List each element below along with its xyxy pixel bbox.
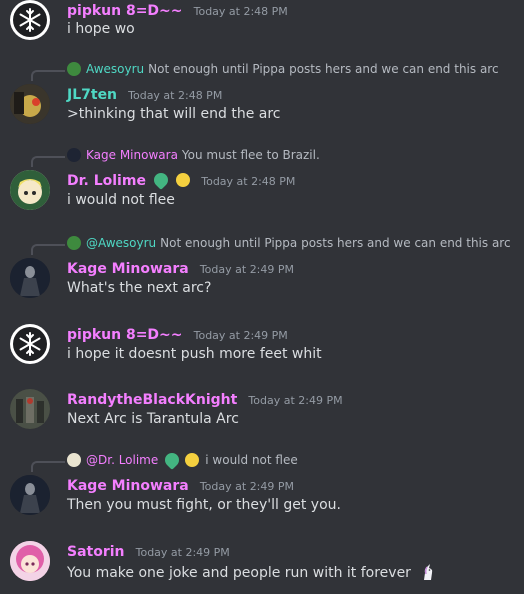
reply-text: Not enough until Pippa posts hers and we… — [160, 236, 511, 250]
reply-avatar — [67, 148, 81, 162]
timestamp: Today at 2:48 PM — [193, 5, 288, 18]
message-text: i hope wo — [67, 21, 135, 37]
avatar-image-icon — [10, 84, 50, 124]
reply-author: Awesoyru — [86, 62, 145, 76]
author-name[interactable]: pipkun 8=D~~ — [67, 3, 183, 19]
snowflake-icon — [13, 327, 47, 361]
author-name[interactable]: Kage Minowara — [67, 261, 189, 277]
timestamp: Today at 2:49 PM — [193, 329, 288, 342]
message-text: Next Arc is Tarantula Arc — [67, 411, 239, 427]
reply-author: @Dr. Lolime — [86, 453, 159, 467]
reply-spine — [31, 70, 65, 81]
message: pipkun 8=D~~ Today at 2:49 PM i hope it … — [0, 324, 524, 368]
message: Satorin Today at 2:49 PM You make one jo… — [0, 541, 524, 585]
reply-text: Not enough until Pippa posts hers and we… — [148, 62, 499, 76]
message-text: Then you must fight, or they'll get you. — [67, 497, 341, 513]
avatar-randy[interactable] — [10, 389, 50, 429]
message: Kage Minowara You must flee to Brazil. D… — [0, 148, 524, 218]
author-name[interactable]: RandytheBlackKnight — [67, 392, 237, 408]
reply-avatar — [67, 453, 81, 467]
message: @Dr. Lolime i would not flee Kage Minowa… — [0, 450, 524, 523]
avatar-image-icon — [10, 475, 50, 515]
author-name[interactable]: Kage Minowara — [67, 478, 189, 494]
timestamp: Today at 2:49 PM — [135, 546, 230, 559]
lemon-icon — [176, 173, 191, 187]
author-name[interactable]: Satorin — [67, 544, 125, 560]
reply-avatar — [67, 62, 81, 76]
message: @Awesoyru Not enough until Pippa posts h… — [0, 236, 524, 306]
reply-avatar — [67, 236, 81, 250]
reply-text: i would not flee — [205, 453, 298, 467]
avatar-dr-lolime[interactable] — [10, 170, 50, 210]
avatar-image-icon — [10, 541, 50, 581]
reply-reference[interactable]: Awesoyru Not enough until Pippa posts he… — [67, 62, 499, 76]
green-heart-icon — [162, 450, 183, 470]
reply-spine — [31, 244, 65, 255]
timestamp: Today at 2:48 PM — [128, 89, 223, 102]
reply-author: Kage Minowara — [86, 148, 178, 162]
avatar-jl7ten[interactable] — [10, 84, 50, 124]
reply-text: You must flee to Brazil. — [181, 148, 320, 162]
author-name[interactable]: JL7ten — [67, 87, 117, 103]
timestamp: Today at 2:49 PM — [199, 263, 295, 276]
lemon-icon — [185, 453, 200, 467]
avatar-image-icon — [10, 170, 50, 210]
message: Awesoyru Not enough until Pippa posts he… — [0, 62, 524, 132]
reply-author: @Awesoyru — [86, 236, 157, 250]
unicorn-icon — [424, 564, 433, 580]
author-name[interactable]: Dr. Lolime — [67, 173, 146, 189]
author-name[interactable]: pipkun 8=D~~ — [67, 327, 183, 343]
timestamp: Today at 2:49 PM — [248, 394, 343, 407]
message-text: What's the next arc? — [67, 280, 212, 296]
avatar-image-icon — [10, 258, 50, 298]
reply-reference[interactable]: @Dr. Lolime i would not flee — [67, 450, 298, 470]
message: pipkun 8=D~~ Today at 2:48 PM i hope wo — [0, 0, 524, 40]
avatar-snowflake[interactable] — [10, 0, 50, 40]
timestamp: Today at 2:49 PM — [199, 480, 295, 493]
reply-reference[interactable]: @Awesoyru Not enough until Pippa posts h… — [67, 236, 511, 250]
avatar-kage-minowara[interactable] — [10, 475, 50, 515]
message-text: i hope it doesnt push more feet whit — [67, 346, 322, 362]
snowflake-icon — [13, 3, 47, 37]
message: RandytheBlackKnight Today at 2:49 PM Nex… — [0, 389, 524, 433]
timestamp: Today at 2:48 PM — [201, 175, 296, 188]
avatar-satorin[interactable] — [10, 541, 50, 581]
reply-reference[interactable]: Kage Minowara You must flee to Brazil. — [67, 148, 320, 162]
reply-spine — [31, 461, 65, 472]
green-heart-icon — [151, 170, 171, 190]
message-text: i would not flee — [67, 192, 175, 208]
avatar-kage-minowara[interactable] — [10, 258, 50, 298]
avatar-image-icon — [10, 389, 50, 429]
message-text: You make one joke and people run with it… — [67, 565, 411, 581]
reply-spine — [31, 156, 65, 167]
message-text: >thinking that will end the arc — [67, 106, 281, 122]
avatar-snowflake[interactable] — [10, 324, 50, 364]
